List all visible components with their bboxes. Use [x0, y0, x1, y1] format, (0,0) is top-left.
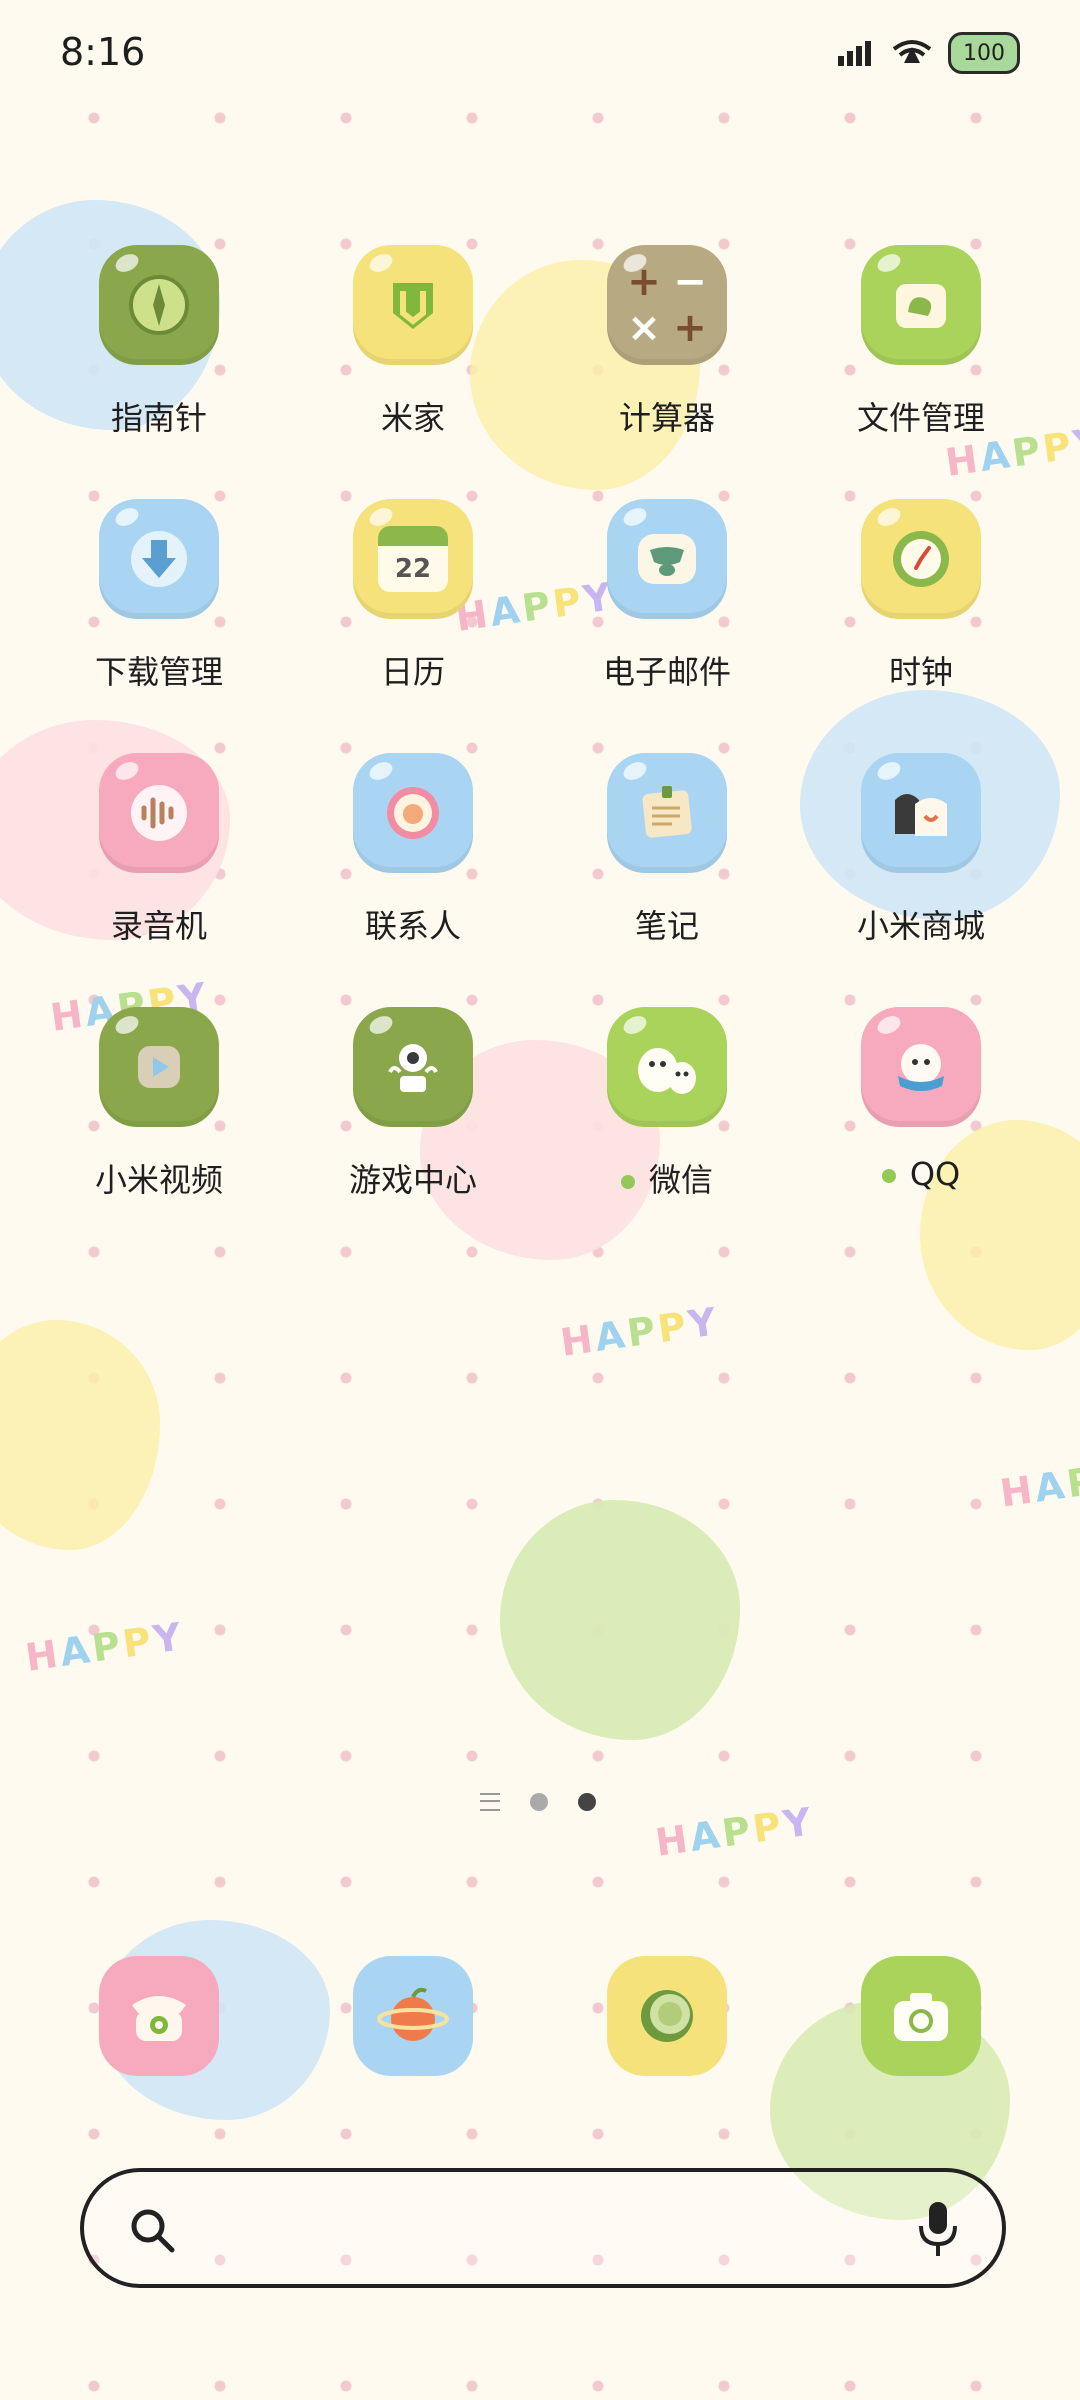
app-compass[interactable]: 指南针	[32, 245, 286, 475]
app-label: 小米视频	[94, 1161, 223, 1199]
wallpaper-yellow-chick-left	[0, 1320, 160, 1550]
app-calculator[interactable]: + − × + 计算器	[540, 245, 794, 475]
new-install-dot	[881, 1169, 896, 1183]
page-indicator[interactable]	[480, 1793, 596, 1811]
app-mi-store[interactable]: 小米商城	[794, 753, 1048, 983]
mi-video-icon	[99, 1007, 219, 1127]
app-mi-home[interactable]: 米家	[286, 245, 540, 475]
app-clock[interactable]: 时钟	[794, 499, 1048, 729]
calendar-date: 22	[394, 554, 432, 584]
qq-icon	[861, 1007, 981, 1127]
mi-store-icon	[861, 753, 981, 873]
status-icons: 100	[836, 32, 1020, 74]
phone-icon[interactable]	[99, 1956, 219, 2076]
recorder-icon	[99, 753, 219, 873]
app-notes[interactable]: 笔记	[540, 753, 794, 983]
app-label: 指南针	[110, 399, 207, 437]
calendar-icon: 22	[353, 499, 473, 619]
search-icon[interactable]	[128, 2206, 176, 2254]
app-email[interactable]: 电子邮件	[540, 499, 794, 729]
wallpaper-happy-text: HAPPY	[22, 1614, 187, 1680]
app-file-manager[interactable]: 文件管理	[794, 245, 1048, 475]
page-dot-active[interactable]	[578, 1793, 596, 1811]
app-label: 日历	[380, 653, 445, 691]
contacts-icon	[353, 753, 473, 873]
app-mi-video[interactable]: 小米视频	[32, 1007, 286, 1237]
app-label: 联系人	[364, 907, 461, 945]
app-label: 笔记	[634, 907, 699, 945]
wallpaper-happy-text: HAP	[997, 1458, 1080, 1516]
file-manager-icon	[861, 245, 981, 365]
mi-home-icon	[353, 245, 473, 365]
app-download-manager[interactable]: 下载管理	[32, 499, 286, 729]
wallpaper-happy-text: HAPPY	[652, 1799, 817, 1865]
app-contacts[interactable]: 联系人	[286, 753, 540, 983]
app-calendar[interactable]: 22 日历	[286, 499, 540, 729]
app-label: 计算器	[618, 399, 715, 437]
camera-icon[interactable]	[861, 1956, 981, 2076]
app-wechat[interactable]: 微信	[540, 1007, 794, 1237]
app-label: 游戏中心	[348, 1161, 477, 1199]
clock-icon	[861, 499, 981, 619]
app-label: 文件管理	[856, 399, 985, 437]
app-recorder[interactable]: 录音机	[32, 753, 286, 983]
download-icon	[99, 499, 219, 619]
compass-icon	[99, 245, 219, 365]
wechat-icon	[607, 1007, 727, 1127]
app-label: 微信	[540, 1155, 794, 1201]
app-label: 录音机	[110, 907, 207, 945]
app-label: 米家	[380, 399, 445, 437]
app-label: 电子邮件	[602, 653, 731, 691]
app-qq[interactable]: QQ	[794, 1007, 1048, 1237]
microphone-icon[interactable]	[916, 2200, 960, 2258]
signal-icon	[838, 41, 871, 66]
browser-icon[interactable]	[353, 1956, 473, 2076]
app-label: 下载管理	[94, 653, 223, 691]
wallpaper-green-monster	[500, 1500, 740, 1740]
new-install-dot	[620, 1175, 635, 1189]
app-label: 小米商城	[856, 907, 985, 945]
search-bar[interactable]	[80, 2168, 1006, 2288]
gallery-icon[interactable]	[607, 1956, 727, 2076]
email-icon	[607, 499, 727, 619]
page-dot[interactable]	[530, 1793, 548, 1811]
calculator-icon: + − × +	[607, 245, 727, 365]
app-label: 时钟	[888, 653, 953, 691]
status-time: 8:16	[60, 30, 146, 74]
app-label: QQ	[794, 1155, 1048, 1193]
wifi-icon	[892, 40, 932, 63]
game-center-icon	[353, 1007, 473, 1127]
notes-icon	[607, 753, 727, 873]
wallpaper-happy-text: HAPPY	[557, 1299, 722, 1365]
battery-indicator: 100	[948, 32, 1020, 74]
app-game-center[interactable]: 游戏中心	[286, 1007, 540, 1237]
app-drawer-handle[interactable]	[480, 1793, 500, 1811]
